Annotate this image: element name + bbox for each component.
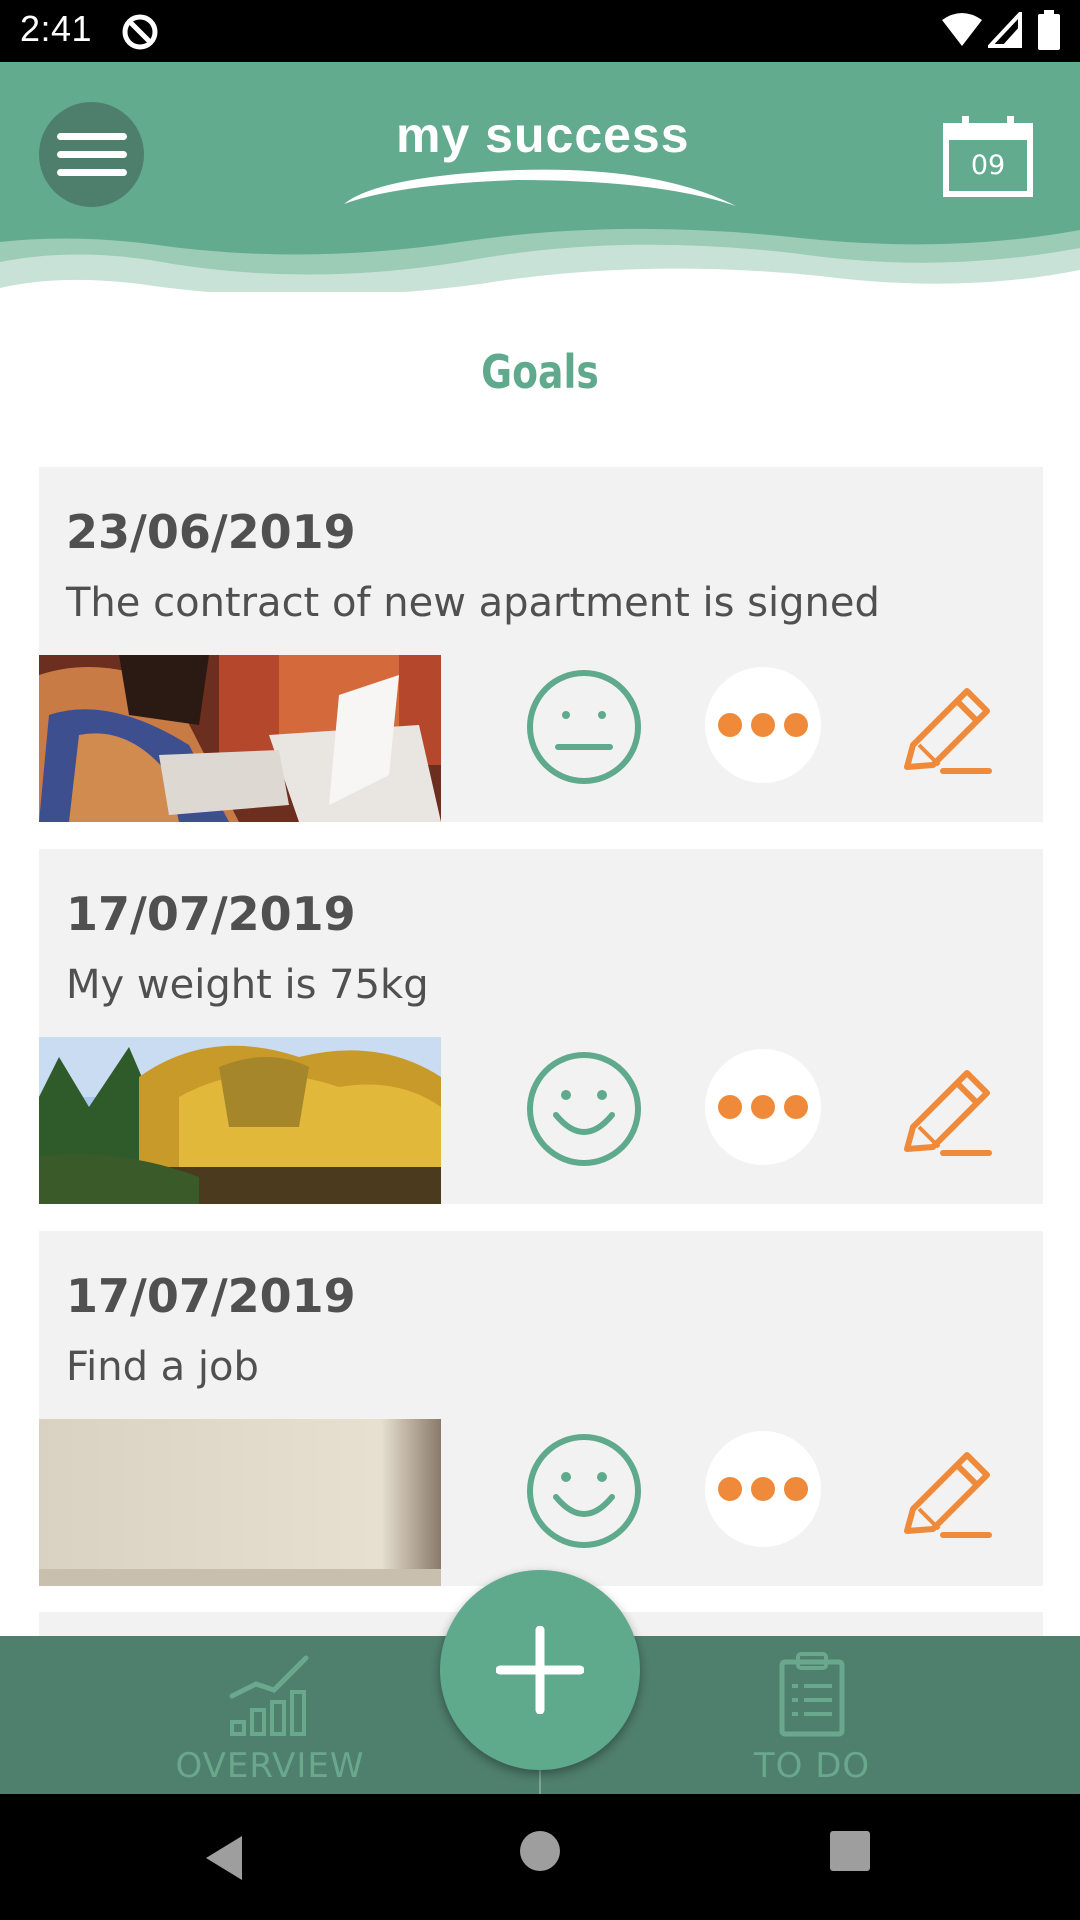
page-title: Goals xyxy=(481,345,599,399)
wifi-icon xyxy=(942,13,982,46)
edit-pencil-icon[interactable] xyxy=(899,1443,999,1543)
goal-card[interactable]: 23/06/2019 The contract of new apartment… xyxy=(39,467,1043,822)
tab-todo-label: TO DO xyxy=(753,1746,871,1786)
clipboard-icon xyxy=(779,1652,845,1737)
menu-icon-bar xyxy=(56,151,127,158)
more-dot xyxy=(751,1477,775,1501)
goal-text: The contract of new apartment is signed xyxy=(66,580,880,626)
tab-overview[interactable]: OVERVIEW xyxy=(120,1636,420,1794)
more-dots-icon xyxy=(718,713,742,737)
calendar-day: 09 xyxy=(970,150,1006,181)
goal-text: Find a job xyxy=(66,1344,259,1390)
menu-icon xyxy=(56,133,127,140)
battery-icon xyxy=(1038,10,1060,50)
beige-wall-photo[interactable] xyxy=(39,1419,441,1586)
more-options-button[interactable] xyxy=(705,667,821,783)
people-with-papers-photo[interactable] xyxy=(39,655,441,822)
goal-text: My weight is 75kg xyxy=(66,962,429,1008)
calendar-button[interactable]: 09 xyxy=(942,114,1034,198)
recents-icon[interactable] xyxy=(830,1831,870,1871)
back-icon[interactable] xyxy=(202,1834,250,1882)
app-logo: my success xyxy=(338,106,738,216)
app-header: my success 09 xyxy=(0,62,1080,292)
chart-icon xyxy=(229,1655,309,1736)
home-icon[interactable] xyxy=(520,1831,560,1871)
autumn-trees-photo[interactable] xyxy=(39,1037,441,1204)
more-dot xyxy=(784,1477,808,1501)
tab-todo[interactable]: TO DO xyxy=(662,1636,962,1794)
more-dot xyxy=(784,1095,808,1119)
goal-date: 17/07/2019 xyxy=(66,887,356,941)
more-options-button[interactable] xyxy=(705,1049,821,1165)
tab-overview-label: OVERVIEW xyxy=(175,1746,365,1786)
more-dots-icon xyxy=(718,1477,742,1501)
goal-date: 23/06/2019 xyxy=(66,505,356,559)
signal-icon xyxy=(988,12,1022,48)
status-bar: 2:41 xyxy=(0,0,1080,62)
app-screen: 2:41 my success 09 Goals 23/06/2019 The … xyxy=(0,0,1080,1920)
status-time: 2:41 xyxy=(20,8,93,49)
menu-button[interactable] xyxy=(39,102,144,207)
sync-icon xyxy=(122,14,158,50)
goal-date: 17/07/2019 xyxy=(66,1269,356,1323)
more-dot xyxy=(751,713,775,737)
system-navigation-bar xyxy=(0,1794,1080,1920)
neutral-face-icon[interactable] xyxy=(524,667,644,787)
happy-face-icon[interactable] xyxy=(524,1431,644,1551)
edit-pencil-icon[interactable] xyxy=(899,679,999,779)
add-goal-button[interactable] xyxy=(440,1570,640,1770)
menu-icon-bar xyxy=(56,169,127,176)
more-dot xyxy=(784,713,808,737)
more-options-button[interactable] xyxy=(705,1431,821,1547)
edit-pencil-icon[interactable] xyxy=(899,1061,999,1161)
more-dot xyxy=(751,1095,775,1119)
plus-icon xyxy=(496,1626,584,1714)
goal-card[interactable]: 17/07/2019 Find a job xyxy=(39,1231,1043,1586)
more-dots-icon xyxy=(718,1095,742,1119)
happy-face-icon[interactable] xyxy=(524,1049,644,1169)
logo-swoosh xyxy=(344,169,736,206)
goal-card[interactable]: 17/07/2019 My weight is 75kg xyxy=(39,849,1043,1204)
